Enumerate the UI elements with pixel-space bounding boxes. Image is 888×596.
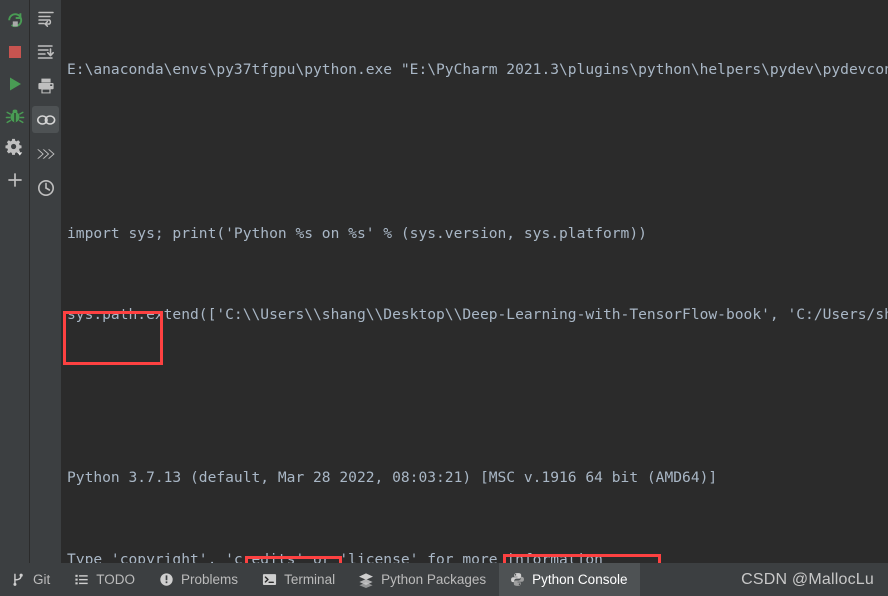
debug-icon[interactable] xyxy=(2,102,28,129)
python-console-output[interactable]: E:\anaconda\envs\py37tfgpu\python.exe "E… xyxy=(61,0,888,563)
print-icon[interactable] xyxy=(32,72,59,99)
toolwindow-stub-left xyxy=(0,548,29,563)
statusbar-label: Python Console xyxy=(532,572,628,587)
execute-icon[interactable] xyxy=(32,140,59,167)
console-line-list: E:\anaconda\envs\py37tfgpu\python.exe "E… xyxy=(67,0,888,563)
statusbar-item-terminal[interactable]: Terminal xyxy=(251,563,348,596)
todo-list-icon xyxy=(73,572,89,588)
pycharm-window: E:\anaconda\envs\py37tfgpu\python.exe "E… xyxy=(0,0,888,596)
run-icon[interactable] xyxy=(2,70,28,97)
statusbar-item-problems[interactable]: Problems xyxy=(148,563,251,596)
console-line: sys.path.extend(['C:\\Users\\shang\\Desk… xyxy=(67,306,888,324)
statusbar-label: Problems xyxy=(181,572,239,587)
watermark-text: CSDN @MallocLu xyxy=(741,570,874,588)
soft-wrap-icon[interactable] xyxy=(32,4,59,31)
git-branch-icon xyxy=(10,572,26,588)
scroll-to-end-icon[interactable] xyxy=(32,38,59,65)
rerun-icon[interactable] xyxy=(2,6,28,33)
toolwindow-stub-right xyxy=(30,548,61,563)
stop-icon[interactable] xyxy=(2,38,28,65)
history-icon[interactable] xyxy=(32,174,59,201)
console-line: import sys; print('Python %s on %s' % (s… xyxy=(67,224,647,242)
toolwindow-statusbar: Git TODO Problems Terminal Python Packag… xyxy=(0,563,888,596)
console-toolbar xyxy=(30,0,61,563)
statusbar-item-python-console[interactable]: Python Console xyxy=(499,563,641,596)
python-icon xyxy=(509,572,525,588)
statusbar-label: Python Packages xyxy=(381,572,487,587)
console-line: Python 3.7.13 (default, Mar 28 2022, 08:… xyxy=(67,469,718,487)
show-variables-icon[interactable] xyxy=(32,106,59,133)
add-icon[interactable] xyxy=(2,166,28,193)
console-line: Type 'copyright', 'credits' or 'license'… xyxy=(67,550,603,563)
packages-icon xyxy=(358,572,374,588)
statusbar-item-git[interactable]: Git xyxy=(0,563,63,596)
settings-icon[interactable] xyxy=(2,134,28,161)
run-toolbar xyxy=(0,0,29,563)
statusbar-item-python-packages[interactable]: Python Packages xyxy=(348,563,499,596)
statusbar-item-todo[interactable]: TODO xyxy=(63,563,148,596)
statusbar-label: Git xyxy=(33,572,51,587)
statusbar-label: TODO xyxy=(96,572,136,587)
problems-icon xyxy=(158,572,174,588)
console-line: E:\anaconda\envs\py37tfgpu\python.exe "E… xyxy=(67,61,888,79)
terminal-icon xyxy=(261,572,277,588)
statusbar-label: Terminal xyxy=(284,572,336,587)
